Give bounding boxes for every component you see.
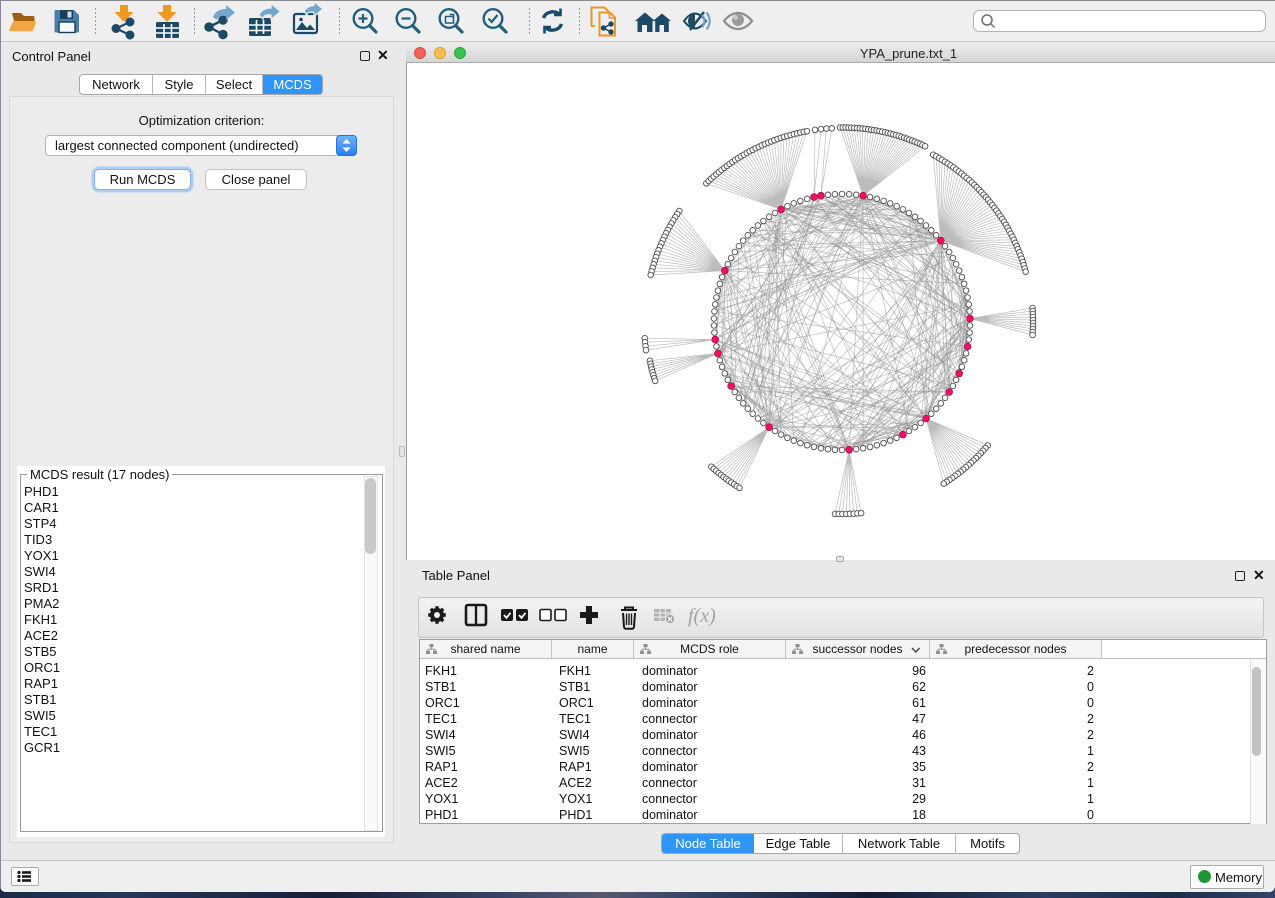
svg-text:f(x): f(x) <box>688 605 716 627</box>
